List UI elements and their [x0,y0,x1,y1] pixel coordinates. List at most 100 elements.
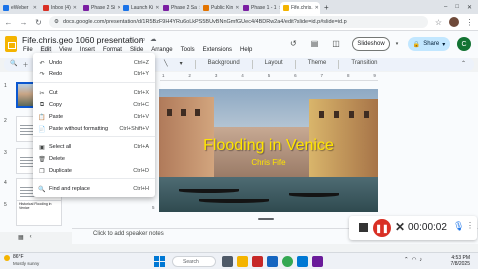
chrome-icon[interactable] [282,256,293,267]
menu-item-undo[interactable]: ↶ Undo Ctrl+Z [33,58,155,68]
slideshow-button[interactable]: Slideshow [352,37,390,51]
forward-icon[interactable]: → [19,18,28,27]
browser-tab[interactable]: Public Kin ✕ [200,2,240,14]
browser-menu-icon[interactable]: ⋮ [465,18,474,27]
share-label: Share [423,41,440,47]
windows-start-icon[interactable] [154,256,165,267]
cancel-recording-icon[interactable]: ✕ [395,220,405,234]
microphone-icon[interactable]: 🎙 [453,221,464,232]
teams-icon[interactable] [312,256,323,267]
stop-recording-button[interactable] [359,223,368,232]
close-window-icon[interactable]: ✕ [467,4,472,11]
new-slide-icon[interactable]: ＋ [22,60,28,69]
new-tab-icon[interactable]: + [320,3,333,12]
menu-tools[interactable]: Tools [180,46,196,54]
collapse-toolbar-icon[interactable]: ⌃ [461,60,466,67]
bookmark-star-icon[interactable]: ☆ [434,18,443,27]
grid-view-icon[interactable]: ▦ [18,234,24,241]
close-tab-icon[interactable]: ✕ [155,5,159,11]
slide-subtitle[interactable]: Chris Fife [159,158,378,167]
speaker-notes-placeholder[interactable]: Click to add speaker notes [93,231,164,237]
move-folder-icon[interactable]: ▭ [139,35,145,43]
browser-tab[interactable]: Phase 1 - 1✕ [240,2,280,14]
collapse-filmstrip-icon[interactable]: ‹ [30,234,32,241]
recorder-menu-icon[interactable]: ⋮ [466,221,474,230]
slide-number: 3 [4,150,7,156]
menu-item-cut[interactable]: ✂ Cut Ctrl+X [33,88,155,98]
browser-profile-avatar[interactable] [449,17,459,27]
meet-icon[interactable]: ◫ [332,39,340,48]
menu-item-redo[interactable]: ↷ Redo Ctrl+Y [33,69,155,79]
menu-item-shortcut: Ctrl+Shift+V [119,126,149,132]
file-explorer-icon[interactable] [237,256,248,267]
menu-item-find-and-replace[interactable]: 🔍 Find and replace Ctrl+H [33,184,155,194]
user-avatar[interactable]: C [457,37,471,51]
url-input[interactable]: ⚙ docs.google.com/presentation/d/1R5BzF9… [49,16,428,28]
browser-tab[interactable]: Inbox (4) ✕ [40,2,80,14]
menu-item-label: Select all [49,144,72,150]
browser-tab[interactable]: Phase 2 Sa✕ [160,2,200,14]
app-icon[interactable] [252,256,263,267]
document-title[interactable]: Fife.chris.geo 1060 presentation [22,35,143,45]
slide-title[interactable]: Flooding in Venice [159,137,378,155]
toolbar-theme[interactable]: Theme [308,60,327,69]
weather-sun-icon[interactable] [4,255,10,261]
horizontal-scrollbar[interactable] [258,218,274,220]
toolbar-background[interactable]: Background [208,60,240,69]
menu-item-duplicate[interactable]: ❐ Duplicate Ctrl+D [33,166,155,176]
menu-divider [33,136,155,137]
line-dropdown-icon[interactable]: ▾ [180,60,183,69]
close-tab-icon[interactable]: ✕ [73,5,77,11]
menu-item-delete[interactable]: 🗑 Delete [33,154,155,164]
share-button[interactable]: 🔒 Share ▾ [408,37,450,51]
menu-file[interactable]: File [22,46,34,54]
toolbar-layout[interactable]: Layout [265,60,283,69]
outlook-icon[interactable] [297,256,308,267]
browser-tab[interactable]: Phase 2 Si ✕ [80,2,120,14]
chevron-up-icon[interactable]: ⌃ [404,257,409,263]
menu-item-label: Paste without formatting [49,126,109,132]
tab-favicon-icon [43,5,49,11]
clock[interactable]: 4:53 PM 7/8/2025 [432,255,470,267]
slides-logo-icon[interactable] [5,36,17,52]
star-icon[interactable]: ☆ [128,35,134,43]
menu-item-paste-without-formatting[interactable]: 📄 Paste without formatting Ctrl+Shift+V [33,124,155,134]
edge-icon[interactable] [267,256,278,267]
back-icon[interactable]: ← [4,18,13,27]
tab-label: Launch Ki [131,5,154,11]
browser-tab[interactable]: Fife.chris. ✕ [280,2,320,14]
taskbar-search[interactable]: Search [172,256,216,267]
top-ruler: 1 2 3 4 5 6 7 8 9 [160,73,378,81]
minimize-icon[interactable]: – [444,4,447,11]
toolbar-transition[interactable]: Transition [351,60,377,69]
close-tab-icon[interactable]: ✕ [315,5,319,11]
edit-menu: ↶ Undo Ctrl+Z ↷ Redo Ctrl+Y ✂ Cut Ctrl+X ⧉ Copy Ctr… [33,53,155,197]
browser-tab[interactable]: eWeber ✕ [0,2,40,14]
comments-icon[interactable]: ▤ [311,39,319,48]
slide-canvas[interactable]: Flooding in Venice Chris Fife [159,89,378,212]
menu-item-paste[interactable]: 📋 Paste Ctrl+V [33,112,155,122]
menu-item-shortcut: Ctrl+A [133,144,149,150]
line-tool-icon[interactable]: ╲ [164,60,168,69]
header-icons: ↺ ▤ ◫ [290,39,340,48]
maximize-icon[interactable]: □ [455,4,459,11]
browser-tab[interactable]: Launch Ki ✕ [120,2,160,14]
menu-item-copy[interactable]: ⧉ Copy Ctrl+C [33,100,155,110]
site-info-icon[interactable]: ⚙ [54,19,59,25]
close-tab-icon[interactable]: ✕ [33,5,37,11]
pause-recording-button[interactable]: ❚❚ [373,219,391,237]
slide-thumbnail[interactable]: Historical Flooding in Venice [16,200,62,226]
volume-icon[interactable]: ♪ [419,257,422,263]
menu-item-select-all[interactable]: ▣ Select all Ctrl+A [33,142,155,152]
close-tab-icon[interactable]: ✕ [235,5,239,11]
menu-extensions[interactable]: Extensions [202,46,233,54]
menu-help[interactable]: Help [239,46,253,54]
menu-item-label: Copy [49,102,62,108]
search-menus-icon[interactable]: 🔍 [10,60,17,69]
cloud-status-icon[interactable]: ☁ [150,35,157,43]
wifi-icon[interactable]: ◠ [412,257,417,263]
slideshow-dropdown-icon[interactable]: ▾ [392,37,402,51]
history-icon[interactable]: ↺ [290,39,297,48]
reload-icon[interactable]: ↻ [34,18,43,27]
task-view-icon[interactable] [222,256,233,267]
